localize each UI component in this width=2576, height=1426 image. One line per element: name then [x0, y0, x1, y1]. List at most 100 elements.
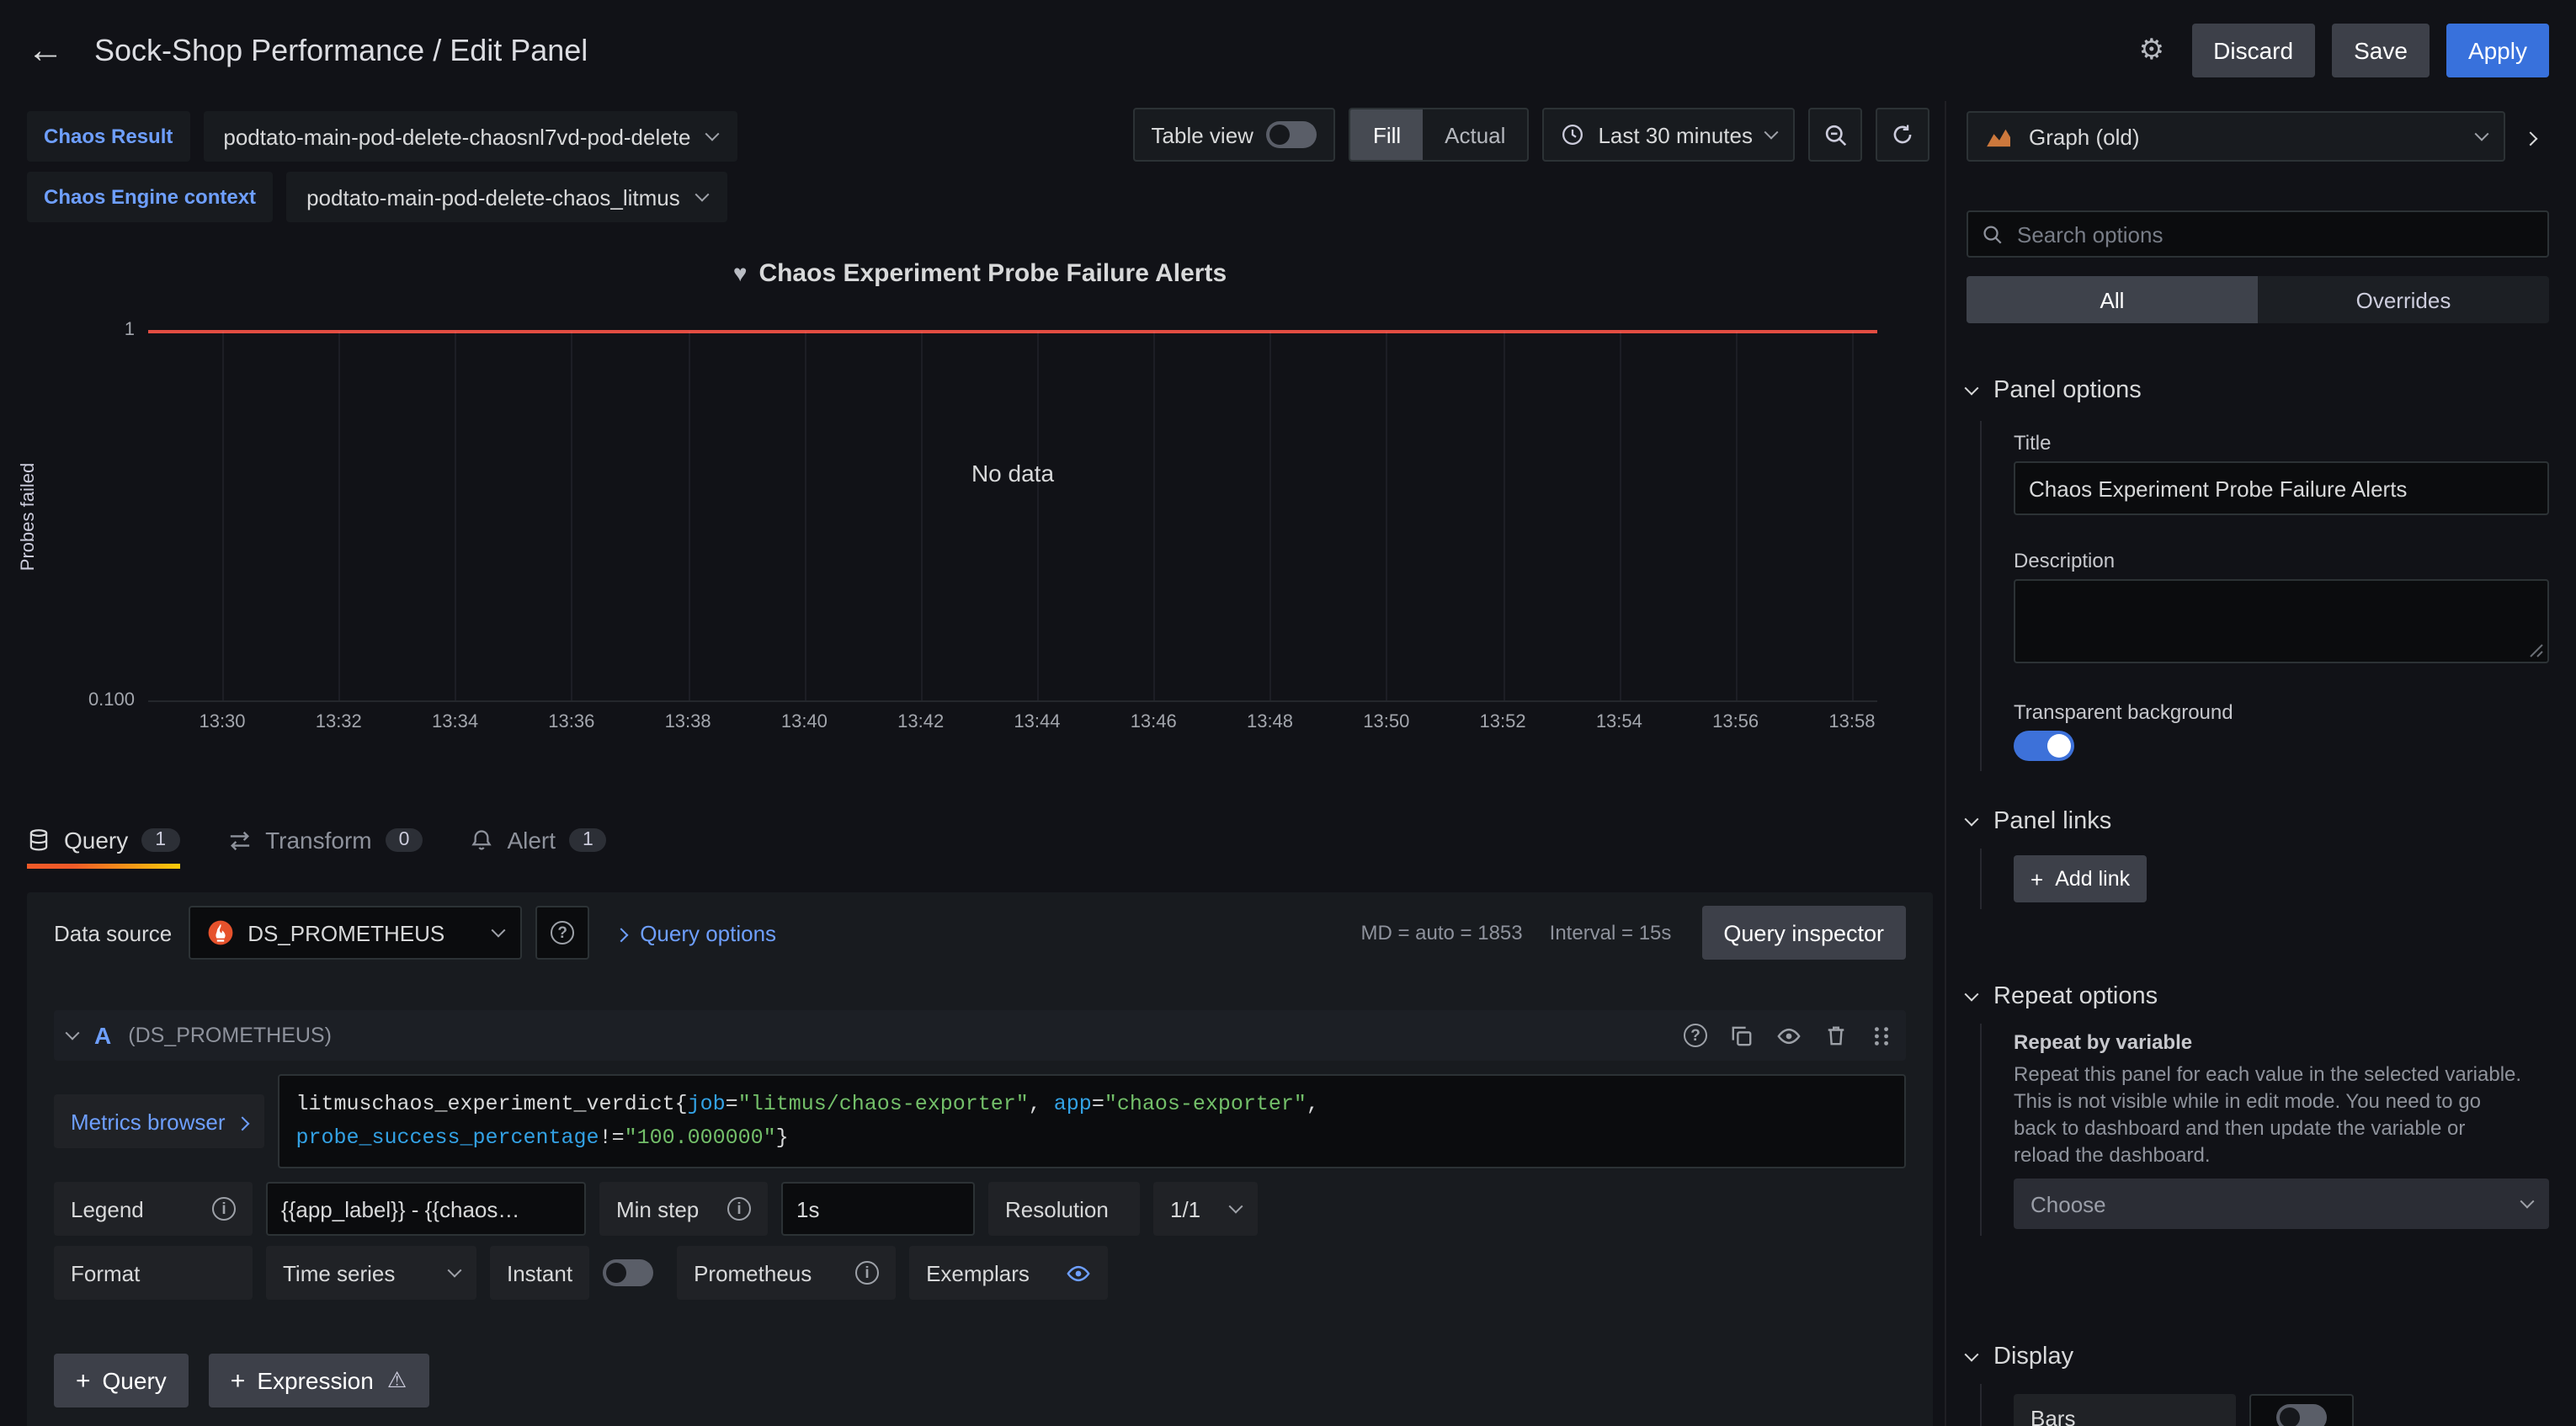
section-title: Panel options — [1993, 377, 2142, 404]
transparent-bg-switch[interactable] — [2014, 731, 2074, 761]
help-icon[interactable]: ? — [1684, 1024, 1707, 1047]
info-icon: i — [855, 1261, 879, 1285]
query-row-header[interactable]: A (DS_PROMETHEUS) ? — [54, 1010, 1906, 1061]
discard-button[interactable]: Discard — [2191, 24, 2315, 77]
expr-token: = — [1092, 1093, 1104, 1116]
format-field-label: Format — [54, 1246, 253, 1300]
chevron-down-icon — [1965, 1348, 1979, 1362]
expr-token: = — [726, 1093, 738, 1116]
add-link-button[interactable]: + Add link — [2014, 855, 2147, 902]
section-title: Display — [1993, 1344, 2073, 1370]
exemplars-label-text: Exemplars — [926, 1260, 1030, 1285]
gridline — [804, 332, 806, 700]
eye-icon — [1066, 1260, 1091, 1285]
collapse-chevron-icon[interactable] — [66, 1026, 80, 1040]
options-search-input[interactable] — [2017, 221, 2534, 247]
tab-label: Alert — [507, 827, 556, 854]
add-expression-button[interactable]: +Expression⚠ — [209, 1354, 428, 1407]
fill-option[interactable]: Fill — [1351, 109, 1423, 160]
expr-token: litmuschaos_experiment_verdict — [296, 1093, 675, 1116]
min-step-input[interactable] — [781, 1182, 975, 1236]
variable-value: podtato-main-pod-delete-chaosnl7vd-pod-d… — [223, 124, 690, 149]
tab-alert[interactable]: Alert 1 — [470, 811, 606, 869]
resize-handle-icon[interactable] — [2529, 643, 2544, 658]
switch-knob — [2047, 734, 2071, 758]
gridline — [572, 332, 573, 700]
format-select[interactable]: Time series — [266, 1246, 476, 1300]
chevron-down-icon — [1965, 381, 1979, 396]
variable-value: podtato-main-pod-delete-chaos_litmus — [306, 184, 680, 210]
section-display[interactable]: Display — [1967, 1344, 2073, 1370]
datasource-picker[interactable]: DS_PROMETHEUS — [189, 906, 522, 960]
options-search[interactable] — [1967, 210, 2549, 258]
tab-query[interactable]: Query 1 — [27, 811, 179, 869]
bars-switch[interactable] — [2276, 1404, 2327, 1426]
section-repeat-options[interactable]: Repeat options — [1967, 983, 2158, 1010]
options-tab-all[interactable]: All — [1967, 276, 2258, 323]
plus-icon: + — [231, 1366, 246, 1395]
grafana-edit-panel: ← Sock-Shop Performance / Edit Panel ⚙ D… — [0, 0, 2576, 1426]
min-step-field-label: Min step i — [599, 1182, 768, 1236]
repeat-variable-select[interactable]: Choose — [2014, 1179, 2549, 1229]
resolution-select[interactable]: 1/1 — [1153, 1182, 1258, 1236]
graph-viz-icon — [1985, 125, 2014, 147]
visualization-picker[interactable]: Graph (old) — [1967, 111, 2505, 162]
prometheus-type-text: Prometheus — [694, 1260, 812, 1285]
section-guideline — [1980, 1384, 1982, 1426]
add-query-button[interactable]: +Query — [54, 1354, 189, 1407]
datasource-help-button[interactable]: ? — [535, 906, 589, 960]
min-step-label-text: Min step — [616, 1196, 699, 1221]
variable-picker-chaos-result[interactable]: podtato-main-pod-delete-chaosnl7vd-pod-d… — [203, 111, 737, 162]
trash-icon[interactable] — [1825, 1024, 1847, 1047]
zoom-out-button[interactable] — [1808, 108, 1862, 162]
x-axis-tick-label: 13:42 — [897, 712, 944, 732]
panel-title-header: ♥Chaos Experiment Probe Failure Alerts — [27, 259, 1933, 288]
settings-gear-icon[interactable]: ⚙ — [2139, 34, 2165, 67]
plot-area[interactable]: No data 13:3013:3213:3413:3613:3813:4013… — [148, 332, 1877, 702]
tab-count-badge: 0 — [386, 828, 423, 852]
x-axis-tick-label: 13:32 — [316, 712, 362, 732]
section-guideline — [1980, 1024, 1982, 1236]
section-panel-options[interactable]: Panel options — [1967, 377, 2142, 404]
instant-switch[interactable] — [603, 1259, 653, 1286]
legend-input[interactable] — [266, 1182, 586, 1236]
section-panel-links[interactable]: Panel links — [1967, 808, 2111, 835]
resolution-value: 1/1 — [1170, 1196, 1200, 1221]
apply-button[interactable]: Apply — [2446, 24, 2549, 77]
chevron-down-icon — [2520, 1195, 2535, 1209]
query-expression[interactable]: litmuschaos_experiment_verdict{job="litm… — [278, 1074, 1907, 1168]
query-options-toggle[interactable]: Query options — [616, 920, 776, 945]
back-arrow-icon[interactable]: ← — [27, 29, 64, 72]
transform-icon — [226, 829, 252, 851]
repeat-by-variable-label: Repeat by variable — [2014, 1030, 2192, 1054]
panel-description-textarea[interactable] — [2014, 579, 2549, 663]
drag-handle-icon[interactable] — [1871, 1024, 1892, 1046]
time-range-picker[interactable]: Last 30 minutes — [1542, 108, 1795, 162]
x-axis-tick-label: 13:56 — [1712, 712, 1759, 732]
alert-heart-icon: ♥ — [733, 259, 748, 286]
eye-icon[interactable] — [1776, 1023, 1802, 1048]
tab-transform[interactable]: Transform 0 — [226, 811, 423, 869]
gridline — [1153, 332, 1155, 700]
variable-row: Chaos Result podtato-main-pod-delete-cha… — [27, 111, 737, 162]
panel-title-input[interactable] — [2014, 461, 2549, 515]
collapse-options-button[interactable] — [2512, 111, 2549, 162]
query-options-label: Query options — [640, 920, 776, 945]
query-inspector-button[interactable]: Query inspector — [1701, 906, 1906, 960]
transparent-bg-label: Transparent background — [2014, 700, 2233, 724]
refresh-button[interactable] — [1876, 108, 1929, 162]
metrics-browser-button[interactable]: Metrics browser — [54, 1094, 264, 1148]
chevron-down-icon — [448, 1264, 462, 1278]
options-tab-overrides[interactable]: Overrides — [2258, 276, 2549, 323]
duplicate-icon[interactable] — [1731, 1024, 1753, 1046]
variable-label: Chaos Engine context — [27, 172, 273, 222]
exemplars-toggle[interactable]: Exemplars — [909, 1246, 1108, 1300]
actual-option[interactable]: Actual — [1423, 109, 1527, 160]
save-button[interactable]: Save — [2332, 24, 2430, 77]
expr-token: probe_success_percentage — [296, 1126, 599, 1150]
variable-picker-chaos-engine[interactable]: podtato-main-pod-delete-chaos_litmus — [286, 172, 727, 222]
switch-knob — [1270, 125, 1291, 145]
expr-token: , — [1307, 1093, 1319, 1116]
table-view-switch[interactable] — [1267, 121, 1317, 148]
x-axis-tick-label: 13:40 — [781, 712, 828, 732]
